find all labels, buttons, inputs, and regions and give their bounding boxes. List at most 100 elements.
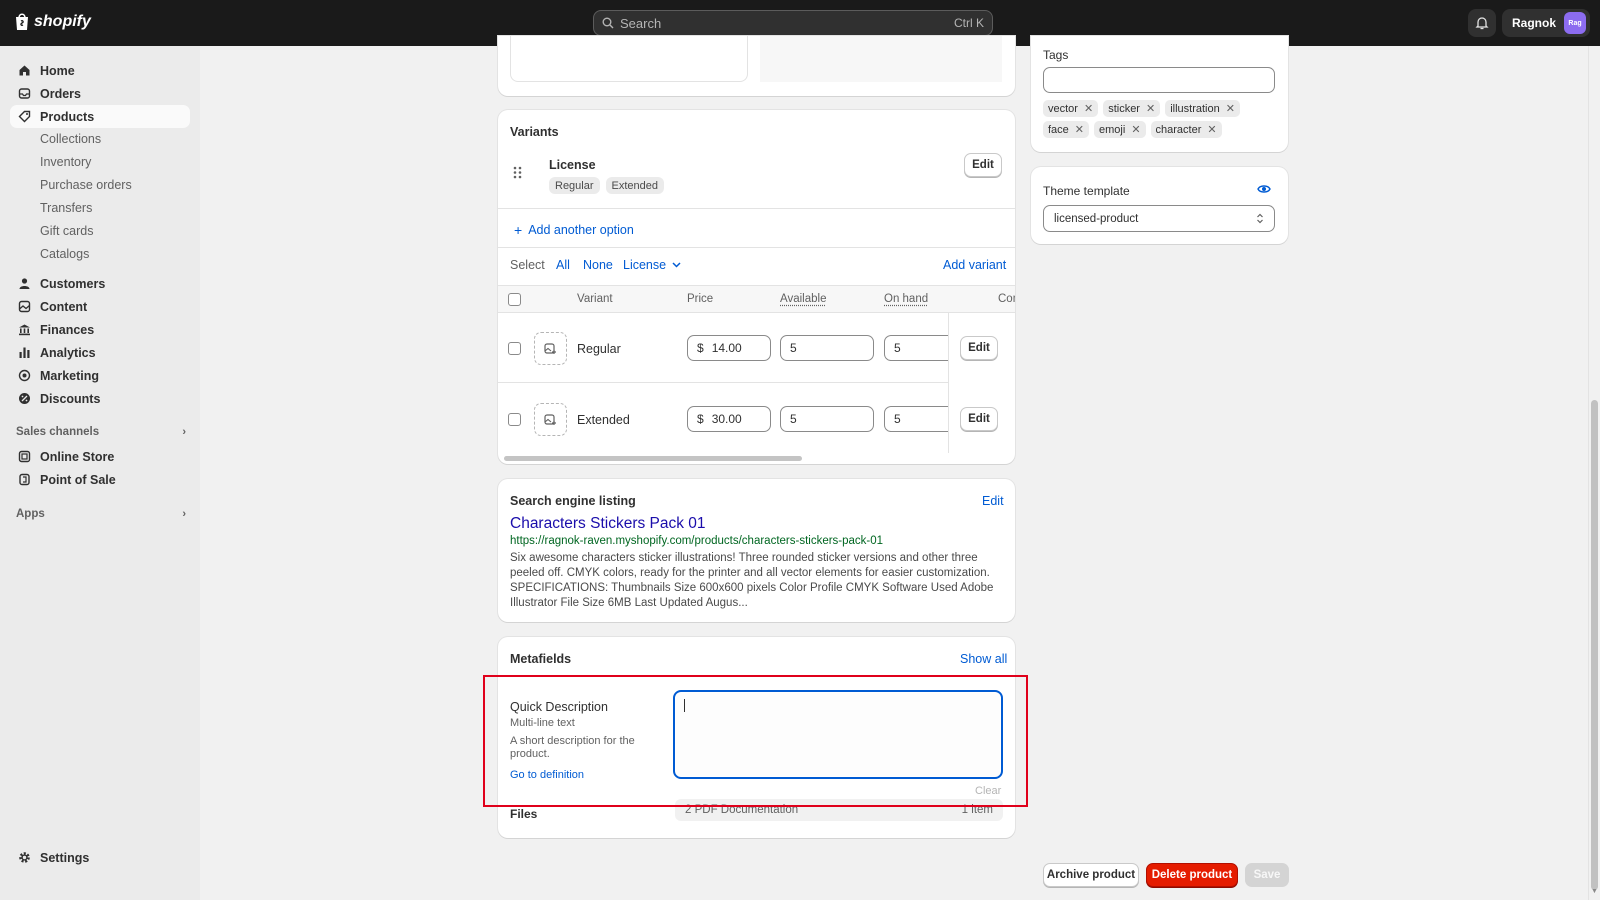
sidebar-item-marketing[interactable]: Marketing	[10, 364, 190, 387]
bar-chart-icon	[18, 346, 31, 359]
remove-tag-icon[interactable]: ✕	[1084, 102, 1093, 115]
sidebar-item-discounts[interactable]: Discounts	[10, 387, 190, 410]
on-hand-input[interactable]: 5	[884, 335, 954, 361]
remove-tag-icon[interactable]: ✕	[1075, 123, 1084, 136]
edit-variant-button[interactable]: Edit	[960, 407, 998, 431]
eye-icon[interactable]	[1257, 183, 1271, 198]
store-icon	[18, 450, 31, 463]
select-arrows-icon	[1256, 213, 1264, 224]
add-variant-link[interactable]: Add variant	[943, 258, 1006, 272]
sidebar-item-orders[interactable]: Orders	[10, 82, 190, 105]
sales-channels-header[interactable]: Sales channels ›	[16, 426, 186, 438]
on-hand-input[interactable]: 5	[884, 406, 954, 432]
tags-input[interactable]	[1043, 67, 1275, 93]
sidebar-item-online-store[interactable]: Online Store	[10, 445, 190, 468]
sidebar-item-label: Online Store	[40, 449, 115, 464]
drag-handle-icon[interactable]	[513, 166, 522, 182]
price-input[interactable]: $ 14.00	[687, 335, 771, 361]
available-input[interactable]: 5	[780, 406, 874, 432]
sidebar-item-customers[interactable]: Customers	[10, 272, 190, 295]
tags-card: Tags vector ✕ sticker ✕ illustration ✕ face…	[1031, 36, 1288, 152]
metafield-description: A short description for the product.	[510, 735, 635, 760]
orders-icon	[18, 87, 31, 100]
sidebar-subitem-transfers[interactable]: Transfers	[40, 198, 92, 218]
select-license-label: License	[623, 258, 667, 272]
select-license-dropdown[interactable]: License	[623, 258, 681, 272]
sidebar-item-home[interactable]: Home	[10, 59, 190, 82]
variant-name: Regular	[577, 342, 621, 356]
quick-description-textarea[interactable]	[673, 690, 1003, 779]
sidebar-subitem-inventory[interactable]: Inventory	[40, 152, 91, 172]
media-card	[498, 36, 1015, 96]
horizontal-scrollbar[interactable]	[504, 456, 802, 461]
variants-card: Variants License Regular Extended Edit +…	[498, 110, 1015, 464]
sidebar-subitem-collections[interactable]: Collections	[40, 129, 101, 149]
vertical-scrollbar-track[interactable]: ▼	[1588, 46, 1600, 900]
tags-list: vector ✕ sticker ✕ illustration ✕ face ✕ emo…	[1043, 100, 1279, 138]
go-to-definition-link[interactable]: Go to definition	[510, 769, 584, 781]
tag-label: face	[1048, 123, 1069, 136]
price-input[interactable]: $ 30.00	[687, 406, 771, 432]
add-image-button[interactable]	[534, 332, 567, 365]
scroll-down-icon[interactable]: ▼	[1591, 888, 1598, 895]
sidebar-subitem-gift-cards[interactable]: Gift cards	[40, 221, 94, 241]
chevron-down-icon	[672, 262, 681, 268]
image-add-icon	[544, 342, 557, 355]
user-menu-button[interactable]: Ragnok Rag	[1502, 9, 1591, 37]
tag-label: illustration	[1170, 102, 1220, 115]
available-input[interactable]: 5	[780, 335, 874, 361]
sidebar-subitem-purchase-orders[interactable]: Purchase orders	[40, 175, 132, 195]
select-none-link[interactable]: None	[583, 258, 613, 272]
seo-edit-link[interactable]: Edit	[982, 494, 1004, 508]
sidebar-item-products[interactable]: Products	[10, 105, 190, 128]
sidebar-item-settings[interactable]: Settings	[10, 846, 190, 869]
search-icon	[602, 17, 614, 29]
sidebar-item-label: Customers	[40, 276, 106, 291]
remove-tag-icon[interactable]: ✕	[1207, 123, 1216, 136]
media-box[interactable]	[510, 36, 748, 82]
search-input[interactable]: Search Ctrl K	[593, 10, 993, 36]
row-checkbox[interactable]	[508, 342, 521, 355]
apps-label: Apps	[16, 508, 45, 520]
add-image-button[interactable]	[534, 403, 567, 436]
sidebar-item-label: Content	[40, 299, 88, 314]
column-header-price: Price	[687, 293, 714, 305]
files-field[interactable]: 2 PDF Documentation 1 item	[675, 799, 1003, 821]
sidebar-subitem-catalogs[interactable]: Catalogs	[40, 244, 89, 264]
metafield-type: Multi-line text	[510, 717, 575, 729]
search-placeholder: Search	[620, 15, 662, 31]
chevron-right-icon: ›	[182, 508, 186, 520]
show-all-link[interactable]: Show all	[960, 652, 1007, 666]
tag-label: emoji	[1099, 123, 1126, 136]
archive-product-button[interactable]: Archive product	[1043, 863, 1139, 887]
sidebar-item-content[interactable]: Content	[10, 295, 190, 318]
remove-tag-icon[interactable]: ✕	[1131, 123, 1140, 136]
delete-product-button[interactable]: Delete product	[1146, 863, 1238, 887]
remove-tag-icon[interactable]: ✕	[1146, 102, 1155, 115]
variants-title: Variants	[510, 125, 559, 139]
save-button[interactable]: Save	[1245, 863, 1289, 887]
select-all-checkbox[interactable]	[508, 293, 521, 306]
edit-variant-button[interactable]: Edit	[960, 336, 998, 360]
select-all-link[interactable]: All	[556, 258, 570, 272]
shopify-logo[interactable]: shopify	[14, 12, 91, 31]
add-option-button[interactable]: + Add another option	[514, 223, 634, 237]
tag-chip: illustration ✕	[1165, 100, 1240, 117]
edit-option-button[interactable]: Edit	[964, 153, 1002, 177]
remove-tag-icon[interactable]: ✕	[1226, 102, 1235, 115]
seo-description: Six awesome characters sticker illustrat…	[510, 552, 994, 609]
currency-symbol: $	[697, 412, 704, 426]
theme-template-select[interactable]: licensed-product	[1043, 205, 1275, 232]
sidebar-item-finances[interactable]: Finances	[10, 318, 190, 341]
divider	[498, 247, 1015, 248]
home-icon	[18, 64, 31, 77]
sidebar-item-point-of-sale[interactable]: Point of Sale	[10, 468, 190, 491]
vertical-scrollbar-thumb[interactable]	[1591, 400, 1598, 890]
sidebar-item-analytics[interactable]: Analytics	[10, 341, 190, 364]
clear-button[interactable]: Clear	[975, 785, 1001, 797]
apps-header[interactable]: Apps ›	[16, 508, 186, 520]
row-checkbox[interactable]	[508, 413, 521, 426]
notifications-button[interactable]	[1468, 9, 1496, 37]
option-name: License	[549, 158, 596, 172]
discount-icon	[18, 392, 31, 405]
